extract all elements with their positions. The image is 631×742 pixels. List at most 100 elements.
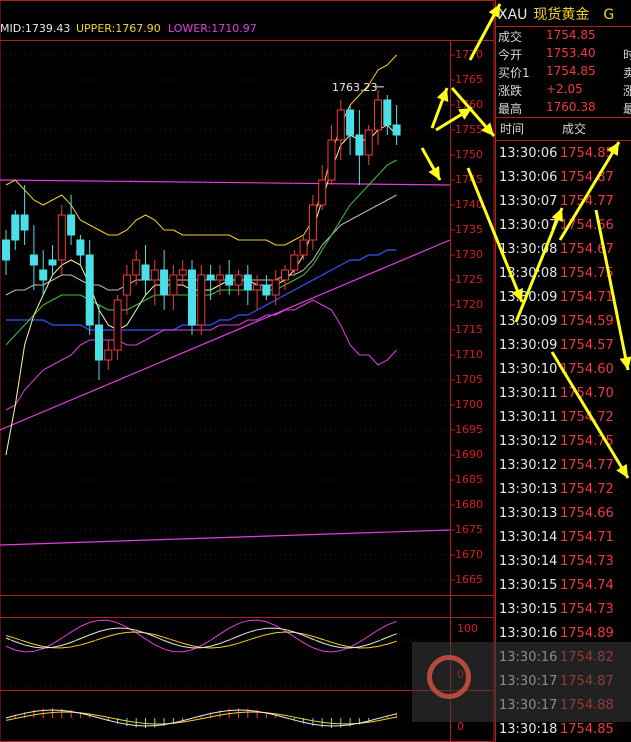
price-tick-label: 1765 <box>455 73 483 86</box>
price-tick-label: 1675 <box>455 523 483 536</box>
quote-row: 最高 1760.38 最 <box>496 100 631 118</box>
quote-row-truncated-label: 最 <box>623 102 631 116</box>
watermark-logo <box>427 655 471 699</box>
tick-row[interactable]: 13:30:09 1754.71 <box>496 290 631 314</box>
candle-body <box>20 214 29 231</box>
tick-time: 13:30:09 <box>499 338 558 353</box>
tick-price: 1754.73 <box>560 554 614 569</box>
candle-body <box>141 264 150 281</box>
kline-chart[interactable]: 1763.23 <box>0 0 495 742</box>
oscillator-tick-label: 100 <box>457 622 478 635</box>
tick-row[interactable]: 13:30:14 1754.71 <box>496 530 631 554</box>
price-tick-label: 1710 <box>455 348 483 361</box>
tick-row[interactable]: 13:30:08 1754.75 <box>496 266 631 290</box>
quote-row-truncated-label: 涨 <box>623 84 631 98</box>
tick-time: 13:30:16 <box>499 626 558 641</box>
tick-price: 1754.77 <box>560 194 614 209</box>
tick-price: 1754.71 <box>560 290 614 305</box>
quote-row-truncated-label: 卖 <box>623 66 631 80</box>
tick-time: 13:30:10 <box>499 362 558 377</box>
candle-body <box>243 274 252 291</box>
tick-row[interactable]: 13:30:18 1754.85 <box>496 722 631 742</box>
tick-time: 13:30:18 <box>499 722 558 737</box>
tick-time: 13:30:09 <box>499 290 558 305</box>
candle-body <box>290 254 299 271</box>
tick-price: 1754.77 <box>560 458 614 473</box>
tick-row[interactable]: 13:30:09 1754.57 <box>496 338 631 362</box>
candle-body <box>169 274 178 296</box>
tick-row[interactable]: 13:30:14 1754.73 <box>496 554 631 578</box>
quote-row-label: 今开 <box>498 48 523 62</box>
quote-row: 涨跌 +2.05 涨 <box>496 82 631 100</box>
tick-row[interactable]: 13:30:07 1754.77 <box>496 194 631 218</box>
tick-row[interactable]: 13:30:12 1754.77 <box>496 458 631 482</box>
tick-row[interactable]: 13:30:11 1754.70 <box>496 386 631 410</box>
candle-body <box>188 269 196 326</box>
price-tick-label: 1680 <box>455 498 483 511</box>
tick-row[interactable]: 13:30:13 1754.72 <box>496 482 631 506</box>
tick-row[interactable]: 13:30:10 1754.60 <box>496 362 631 386</box>
tick-row[interactable]: 13:30:11 1754.72 <box>496 410 631 434</box>
tick-table-header: 时间 成交 <box>496 118 631 140</box>
tick-row[interactable]: 13:30:08 1754.67 <box>496 242 631 266</box>
quote-row-label: 成交 <box>498 30 523 44</box>
tick-time: 13:30:14 <box>499 554 558 569</box>
candle-body <box>346 109 355 136</box>
tick-row[interactable]: 13:30:09 1754.59 <box>496 314 631 338</box>
tick-price: 1754.87 <box>560 170 614 185</box>
price-tick-label: 1665 <box>455 573 483 586</box>
tick-price: 1754.73 <box>560 602 614 617</box>
candle-body <box>132 259 141 276</box>
quote-row-value: 1754.85 <box>546 28 596 42</box>
quote-row: 成交 1754.85 <box>496 28 631 46</box>
tick-time: 13:30:11 <box>499 410 558 425</box>
candle-body <box>95 324 103 361</box>
tick-price: 1754.74 <box>560 578 614 593</box>
tick-row[interactable]: 13:30:07 1754.66 <box>496 218 631 242</box>
tick-time: 13:30:12 <box>499 434 558 449</box>
candle-body <box>355 134 364 156</box>
symbol-name: 现货黄金 <box>533 7 590 23</box>
symbol-extra: G <box>603 7 615 23</box>
tick-row[interactable]: 13:30:15 1754.74 <box>496 578 631 602</box>
tick-row[interactable]: 13:30:13 1754.66 <box>496 506 631 530</box>
bollinger-lower-label: LOWER:1710.97 <box>168 22 257 35</box>
candle-body <box>85 254 94 326</box>
tick-time: 13:30:08 <box>499 266 558 281</box>
tick-time: 13:30:14 <box>499 530 558 545</box>
candle-body <box>48 259 57 266</box>
candle-body <box>2 239 10 261</box>
tick-time: 13:30:11 <box>499 386 558 401</box>
tick-price: 1754.89 <box>560 626 614 641</box>
tick-time: 13:30:13 <box>499 482 558 497</box>
quote-row-label: 涨跌 <box>498 84 523 98</box>
tick-time: 13:30:15 <box>499 578 558 593</box>
tick-price: 1754.70 <box>560 386 614 401</box>
candle-body <box>262 284 271 296</box>
tick-price: 1754.71 <box>560 530 614 545</box>
quote-row: 买价1 1754.85 卖 <box>496 64 631 82</box>
tick-time: 13:30:09 <box>499 314 558 329</box>
candle-body <box>374 99 382 131</box>
candle-body <box>57 214 66 261</box>
price-tick-label: 1720 <box>455 298 483 311</box>
candle-body <box>327 139 336 181</box>
candle-body <box>215 274 224 281</box>
price-tick-label: 1695 <box>455 423 483 436</box>
quote-row-truncated-label: 时 <box>623 48 631 62</box>
candle-body <box>308 204 317 241</box>
tick-price: 1754.66 <box>560 506 614 521</box>
price-tick-label: 1685 <box>455 473 483 486</box>
tick-price: 1754.75 <box>560 434 614 449</box>
quote-row-value: 1754.85 <box>546 64 596 78</box>
tick-row[interactable]: 13:30:06 1754.85 <box>496 146 631 170</box>
bollinger-mid-label: MID:1739.43 <box>0 22 71 35</box>
candle-body <box>160 269 169 296</box>
tick-row[interactable]: 13:30:12 1754.75 <box>496 434 631 458</box>
tick-row[interactable]: 13:30:15 1754.73 <box>496 602 631 626</box>
candle-body <box>29 254 38 266</box>
kline-chart-panel[interactable]: 1763.23 MID:1739.43 UPPER:1767.90 LOWER:… <box>0 0 495 742</box>
tick-row[interactable]: 13:30:06 1754.87 <box>496 170 631 194</box>
candle-body <box>206 274 215 281</box>
price-column-header: 成交 <box>562 122 587 136</box>
